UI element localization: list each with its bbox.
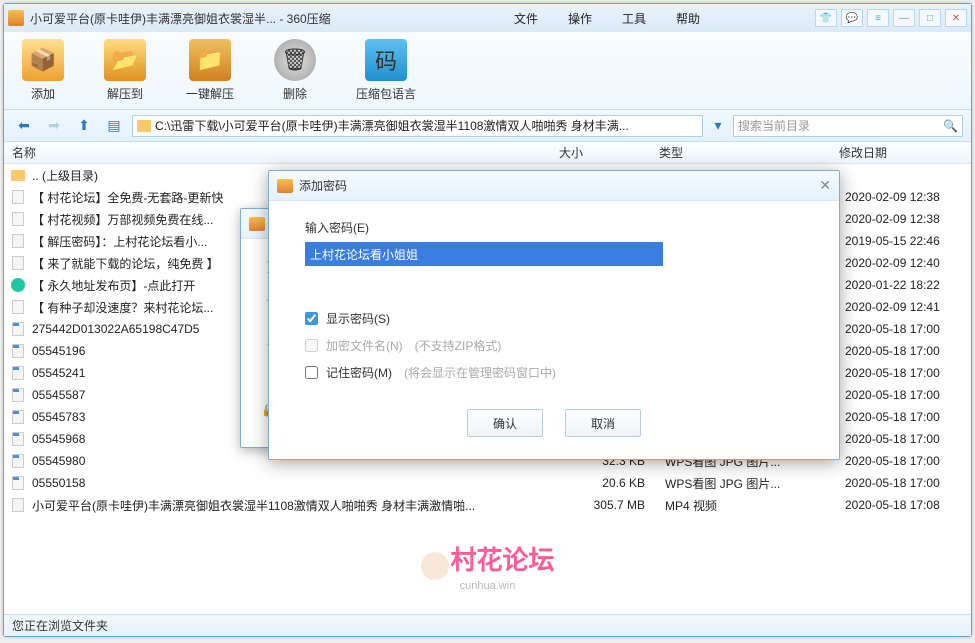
- dialog-close-icon[interactable]: ✕: [819, 177, 831, 194]
- column-headers: 名称 大小 类型 修改日期: [4, 142, 971, 164]
- close-button[interactable]: ✕: [945, 9, 967, 27]
- lang-icon: 码: [365, 39, 407, 81]
- file-row[interactable]: 小可爱平台(原卡哇伊)丰满漂亮御姐衣裳湿半1108激情双人啪啪秀 身材丰满激情啪…: [4, 494, 971, 516]
- window-controls: 👕 💬 ≡ — □ ✕: [815, 9, 967, 27]
- file-date: 2020-02-09 12:41: [845, 300, 971, 314]
- file-date: 2020-05-18 17:00: [845, 476, 971, 490]
- file-type: WPS看图 JPG 图片...: [665, 475, 845, 492]
- menu-operate[interactable]: 操作: [568, 10, 592, 27]
- file-date: 2019-05-15 22:46: [845, 234, 971, 248]
- extract-button[interactable]: 📂 解压到: [104, 39, 146, 102]
- col-date[interactable]: 修改日期: [839, 144, 971, 161]
- minimize-button[interactable]: —: [893, 9, 915, 27]
- add-icon: 📦: [22, 39, 64, 81]
- forward-button[interactable]: ➡: [42, 114, 66, 138]
- delete-icon: 🗑: [274, 39, 316, 81]
- file-size: 20.6 KB: [565, 476, 665, 490]
- back-button[interactable]: ⬅: [12, 114, 36, 138]
- menu-bar: 文件 操作 工具 帮助: [514, 10, 700, 27]
- file-date: 2020-05-18 17:00: [845, 454, 971, 468]
- search-icon[interactable]: 🔍: [943, 119, 958, 133]
- img-icon: [10, 343, 26, 359]
- oneclick-icon: 📁: [189, 39, 231, 81]
- file-date: 2020-01-22 18:22: [845, 278, 971, 292]
- nav-bar: ⬅ ➡ ⬆ ▤ C:\迅雷下载\小可爱平台(原卡哇伊)丰满漂亮御姐衣裳湿半110…: [4, 110, 971, 142]
- col-type[interactable]: 类型: [659, 144, 839, 161]
- extract-icon: 📂: [104, 39, 146, 81]
- app-icon: [8, 10, 24, 26]
- maximize-button[interactable]: □: [919, 9, 941, 27]
- img-icon: [10, 387, 26, 403]
- file-date: 2020-05-18 17:00: [845, 410, 971, 424]
- txt-icon: [10, 255, 26, 271]
- watermark: 村花论坛 cunhua.win: [420, 540, 554, 592]
- file-date: 2020-02-09 12:40: [845, 256, 971, 270]
- menu-help[interactable]: 帮助: [676, 10, 700, 27]
- file-date: 2020-05-18 17:00: [845, 388, 971, 402]
- cartoon-face-icon: [420, 552, 448, 580]
- img-icon: [10, 365, 26, 381]
- encrypt-filename-check: 加密文件名(N) (不支持ZIP格式): [305, 337, 803, 354]
- add-button[interactable]: 📦 添加: [22, 39, 64, 102]
- txt-icon: [10, 233, 26, 249]
- file-date: 2020-05-18 17:00: [845, 432, 971, 446]
- link-icon: [10, 277, 26, 293]
- col-size[interactable]: 大小: [559, 144, 659, 161]
- txt-icon: [10, 299, 26, 315]
- img-icon: [10, 475, 26, 491]
- up-button[interactable]: ⬆: [72, 114, 96, 138]
- status-bar: 您正在浏览文件夹: [4, 614, 971, 636]
- settings-button[interactable]: ≡: [867, 9, 889, 27]
- password-input[interactable]: [305, 242, 663, 266]
- file-date: 2020-05-18 17:08: [845, 498, 971, 512]
- img-icon: [10, 453, 26, 469]
- col-name[interactable]: 名称: [4, 144, 559, 161]
- skin-button[interactable]: 👕: [815, 9, 837, 27]
- archive-icon: [249, 217, 265, 231]
- password-label: 输入密码(E): [305, 219, 803, 236]
- txt-icon: [10, 211, 26, 227]
- delete-button[interactable]: 🗑 删除: [274, 39, 316, 102]
- file-type: MP4 视频: [665, 497, 845, 514]
- menu-file[interactable]: 文件: [514, 10, 538, 27]
- dialog-titlebar: 添加密码 ✕: [269, 171, 839, 201]
- archive-icon: [277, 179, 293, 193]
- window-title: 小可爱平台(原卡哇伊)丰满漂亮御姐衣裳湿半... - 360压缩: [30, 10, 331, 27]
- txt-icon: [10, 189, 26, 205]
- ok-button[interactable]: 确认: [467, 409, 543, 437]
- oneclick-button[interactable]: 📁 一键解压: [186, 39, 234, 102]
- file-row[interactable]: 0555015820.6 KBWPS看图 JPG 图片...2020-05-18…: [4, 472, 971, 494]
- file-date: 2020-05-18 17:00: [845, 322, 971, 336]
- img-icon: [10, 321, 26, 337]
- password-dialog: 添加密码 ✕ 输入密码(E) 显示密码(S) 加密文件名(N) (不支持ZIP格…: [268, 170, 840, 460]
- img-icon: [10, 431, 26, 447]
- mp4-icon: [10, 497, 26, 513]
- menu-tools[interactable]: 工具: [622, 10, 646, 27]
- file-date: 2020-02-09 12:38: [845, 190, 971, 204]
- file-date: 2020-02-09 12:38: [845, 212, 971, 226]
- img-icon: [10, 409, 26, 425]
- path-input[interactable]: C:\迅雷下载\小可爱平台(原卡哇伊)丰满漂亮御姐衣裳湿半1108激情双人啪啪秀…: [132, 115, 703, 137]
- titlebar: 小可爱平台(原卡哇伊)丰满漂亮御姐衣裳湿半... - 360压缩 文件 操作 工…: [4, 4, 971, 32]
- view-button[interactable]: ▤: [102, 114, 126, 138]
- cancel-button[interactable]: 取消: [565, 409, 641, 437]
- folder-icon: [10, 167, 26, 183]
- file-name: 小可爱平台(原卡哇伊)丰满漂亮御姐衣裳湿半1108激情双人啪啪秀 身材丰满激情啪…: [32, 497, 565, 514]
- path-dropdown[interactable]: ▾: [709, 114, 727, 138]
- toolbar: 📦 添加 📂 解压到 📁 一键解压 🗑 删除 码 压缩包语言: [4, 32, 971, 110]
- dialog-title: 添加密码: [299, 177, 347, 194]
- remember-password-check[interactable]: 记住密码(M) (将会显示在管理密码窗口中): [305, 364, 803, 381]
- lang-button[interactable]: 码 压缩包语言: [356, 39, 416, 102]
- file-size: 305.7 MB: [565, 498, 665, 512]
- search-input[interactable]: 搜索当前目录 🔍: [733, 115, 963, 137]
- file-date: 2020-05-18 17:00: [845, 366, 971, 380]
- feedback-button[interactable]: 💬: [841, 9, 863, 27]
- file-name: 05550158: [32, 476, 565, 490]
- file-date: 2020-05-18 17:00: [845, 344, 971, 358]
- show-password-check[interactable]: 显示密码(S): [305, 310, 803, 327]
- folder-icon: [137, 120, 151, 132]
